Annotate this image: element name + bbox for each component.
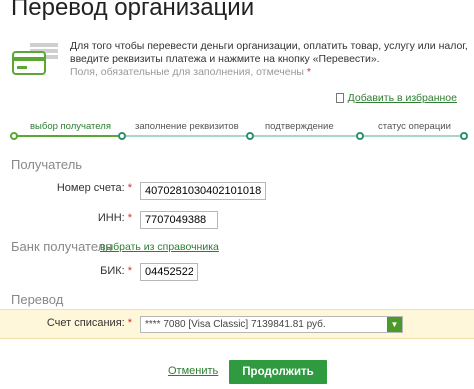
step-select-recipient: выбор получателя — [30, 121, 111, 132]
required-mark: * — [306, 66, 311, 78]
step-dot-2 — [118, 132, 126, 140]
debit-account-select[interactable]: **** 7080 [Visa Classic] 7139841.81 руб.… — [140, 316, 403, 333]
account-number-label: Номер счета: * — [40, 182, 132, 194]
bookmark-icon — [335, 93, 344, 103]
bik-label-text: БИК: — [100, 265, 125, 277]
step-dot-1 — [10, 132, 18, 140]
chevron-down-icon[interactable]: ▼ — [387, 317, 402, 332]
step-dot-5 — [460, 132, 468, 140]
intro-text: Для того чтобы перевести деньги организа… — [70, 40, 468, 65]
bik-label: БИК: * — [40, 265, 132, 277]
required-hint: Поля, обязательные для заполнения, отмеч… — [70, 66, 311, 78]
debit-account-label: Счет списания: * — [40, 317, 132, 329]
add-to-favorites-label: Добавить в избранное — [347, 92, 457, 104]
step-fill-details: заполнение реквизитов — [135, 121, 239, 132]
required-mark: * — [127, 212, 132, 224]
bik-input[interactable] — [140, 263, 198, 281]
debit-account-label-text: Счет списания: — [46, 317, 125, 329]
progress-track-todo — [122, 135, 464, 137]
required-mark: * — [127, 317, 132, 329]
inn-input[interactable] — [140, 211, 218, 229]
add-to-favorites-link[interactable]: Добавить в избранное — [335, 92, 457, 104]
progress-steps: выбор получателя заполнение реквизитов п… — [10, 121, 470, 143]
continue-button[interactable]: Продолжить — [229, 360, 327, 384]
debit-account-row: Счет списания: * **** 7080 [Visa Classic]… — [0, 309, 474, 339]
step-status: статус операции — [378, 121, 451, 132]
required-hint-text: Поля, обязательные для заполнения, отмеч… — [70, 66, 304, 78]
progress-track-done — [14, 135, 122, 137]
card-payment-icon — [12, 43, 58, 75]
step-confirmation: подтверждение — [265, 121, 334, 132]
required-mark: * — [127, 182, 132, 194]
transfer-section-title: Перевод — [11, 292, 64, 307]
recipient-section-title: Получатель — [11, 157, 83, 172]
step-dot-3 — [246, 132, 254, 140]
account-number-input[interactable] — [140, 182, 266, 200]
page-title: Перевод организации — [11, 0, 255, 21]
bank-section-title: Банк получателя — [11, 239, 113, 254]
step-dot-4 — [356, 132, 364, 140]
debit-account-value: **** 7080 [Visa Classic] 7139841.81 руб. — [145, 319, 326, 330]
inn-label-text: ИНН: — [97, 212, 125, 224]
inn-label: ИНН: * — [40, 212, 132, 224]
account-number-label-text: Номер счета: — [56, 182, 125, 194]
choose-from-directory-link[interactable]: выбрать из справочника — [100, 241, 219, 253]
required-mark: * — [127, 265, 132, 277]
cancel-link[interactable]: Отменить — [168, 365, 218, 377]
